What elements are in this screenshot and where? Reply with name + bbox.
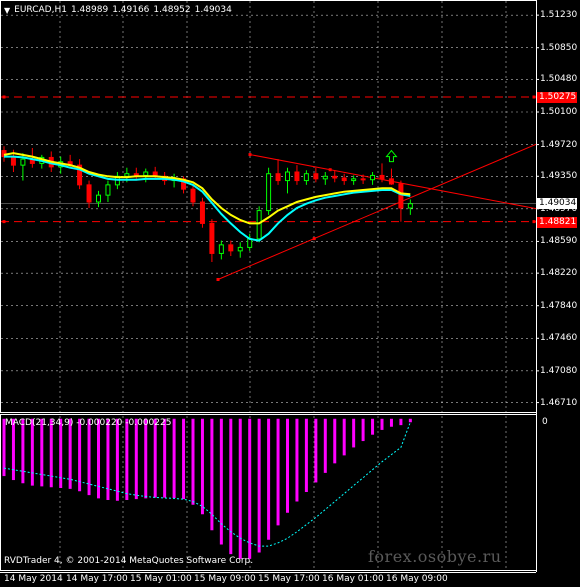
time-tick-label: 15 May 01:00 [130, 574, 192, 584]
candle-body [86, 184, 92, 203]
candle-body [228, 244, 234, 252]
collapse-arrow-icon[interactable]: ▼ [4, 6, 10, 15]
close-value: 1.49034 [194, 5, 232, 15]
candle-body [10, 156, 16, 166]
time-tick-label: 16 May 09:00 [386, 574, 448, 584]
price-chart[interactable] [0, 0, 580, 587]
candle-body [237, 246, 243, 252]
trendline-midpoint [312, 237, 316, 241]
price-tick-label: 1.47080 [540, 365, 578, 376]
candle-body [266, 173, 272, 212]
candle-body [398, 183, 404, 209]
macd-panel [2, 418, 412, 559]
candle-body [407, 203, 413, 209]
candle-body [20, 158, 26, 166]
candle-body [105, 184, 111, 196]
candle-body [351, 178, 357, 182]
price-tick-label: 1.50480 [540, 74, 578, 85]
level-anchor [532, 95, 536, 99]
price-tick-label: 1.48590 [540, 236, 578, 247]
candle-body [360, 178, 366, 181]
ma-slow-line [4, 155, 411, 242]
trendline [217, 143, 537, 280]
upper-level-tag: 1.50275 [537, 92, 577, 103]
macd-header: MACD(21,34,9) -0.000220 -0.000225 [5, 418, 172, 428]
price-tick-label: 1.50850 [540, 42, 578, 53]
candle-body [388, 178, 394, 185]
high-value: 1.49166 [112, 5, 150, 15]
time-tick-label: 14 May 17:00 [66, 574, 128, 584]
price-tick-label: 1.48220 [540, 268, 578, 279]
level-anchor [532, 220, 536, 224]
ma-fast-line [3, 152, 411, 225]
candle-body [143, 171, 149, 176]
time-tick-label: 16 May 01:00 [322, 574, 384, 584]
level-anchor [2, 95, 6, 99]
up-arrow-icon [385, 149, 398, 163]
candle-body [370, 174, 376, 181]
level-anchor [2, 220, 6, 224]
time-tick-label: 14 May 2014 [4, 574, 63, 584]
low-value: 1.48952 [153, 5, 191, 15]
candle-body [303, 173, 309, 182]
price-tick-label: 1.47460 [540, 333, 578, 344]
candle-body [341, 177, 347, 182]
candle-body [96, 194, 101, 203]
candle-body [294, 171, 300, 182]
trendline-anchor [216, 277, 220, 281]
candle-body [275, 173, 281, 182]
watermark: forex.osobye.ru [368, 547, 502, 566]
candle-body [332, 175, 338, 179]
macd-signal-line [3, 422, 411, 547]
candle-body [209, 222, 215, 254]
candle-body [256, 210, 262, 240]
symbol-label: EURCAD,H1 [14, 5, 67, 15]
candle-body [322, 175, 328, 180]
open-value: 1.48989 [70, 5, 109, 15]
price-tick-label: 1.49720 [540, 139, 578, 150]
lower-level-tag: 1.48821 [537, 216, 577, 228]
copyright-text: RVDTrader 4, © 2001-2014 MetaQuotes Soft… [4, 556, 254, 566]
time-tick-label: 15 May 09:00 [194, 574, 256, 584]
macd-zero-label: 0 [542, 417, 548, 427]
candle-body [218, 244, 224, 254]
candle-body [313, 173, 319, 180]
trendline-midpoint [328, 168, 332, 172]
candle-body [190, 188, 196, 203]
candle-body [133, 173, 139, 176]
markers [385, 149, 398, 163]
moving-averages [3, 152, 411, 242]
price-tick-label: 1.49350 [540, 171, 578, 182]
trendline-anchor [248, 153, 252, 157]
candle-body [199, 201, 205, 224]
candle-body [379, 174, 385, 180]
price-tick-label: 1.51230 [540, 10, 578, 21]
price-tick-label: 1.50100 [540, 107, 578, 117]
price-tick-label: 1.47840 [540, 300, 578, 311]
current-price-tag: 1.49034 [537, 198, 577, 210]
candle-body [124, 173, 130, 177]
chart-header: ▼ EURCAD,H1 1.48989 1.49166 1.48952 1.49… [4, 5, 232, 15]
candle-body [285, 171, 290, 182]
price-tick-label: 1.46710 [540, 397, 578, 408]
trendlines[interactable] [216, 143, 537, 281]
time-tick-label: 15 May 17:00 [258, 574, 320, 584]
